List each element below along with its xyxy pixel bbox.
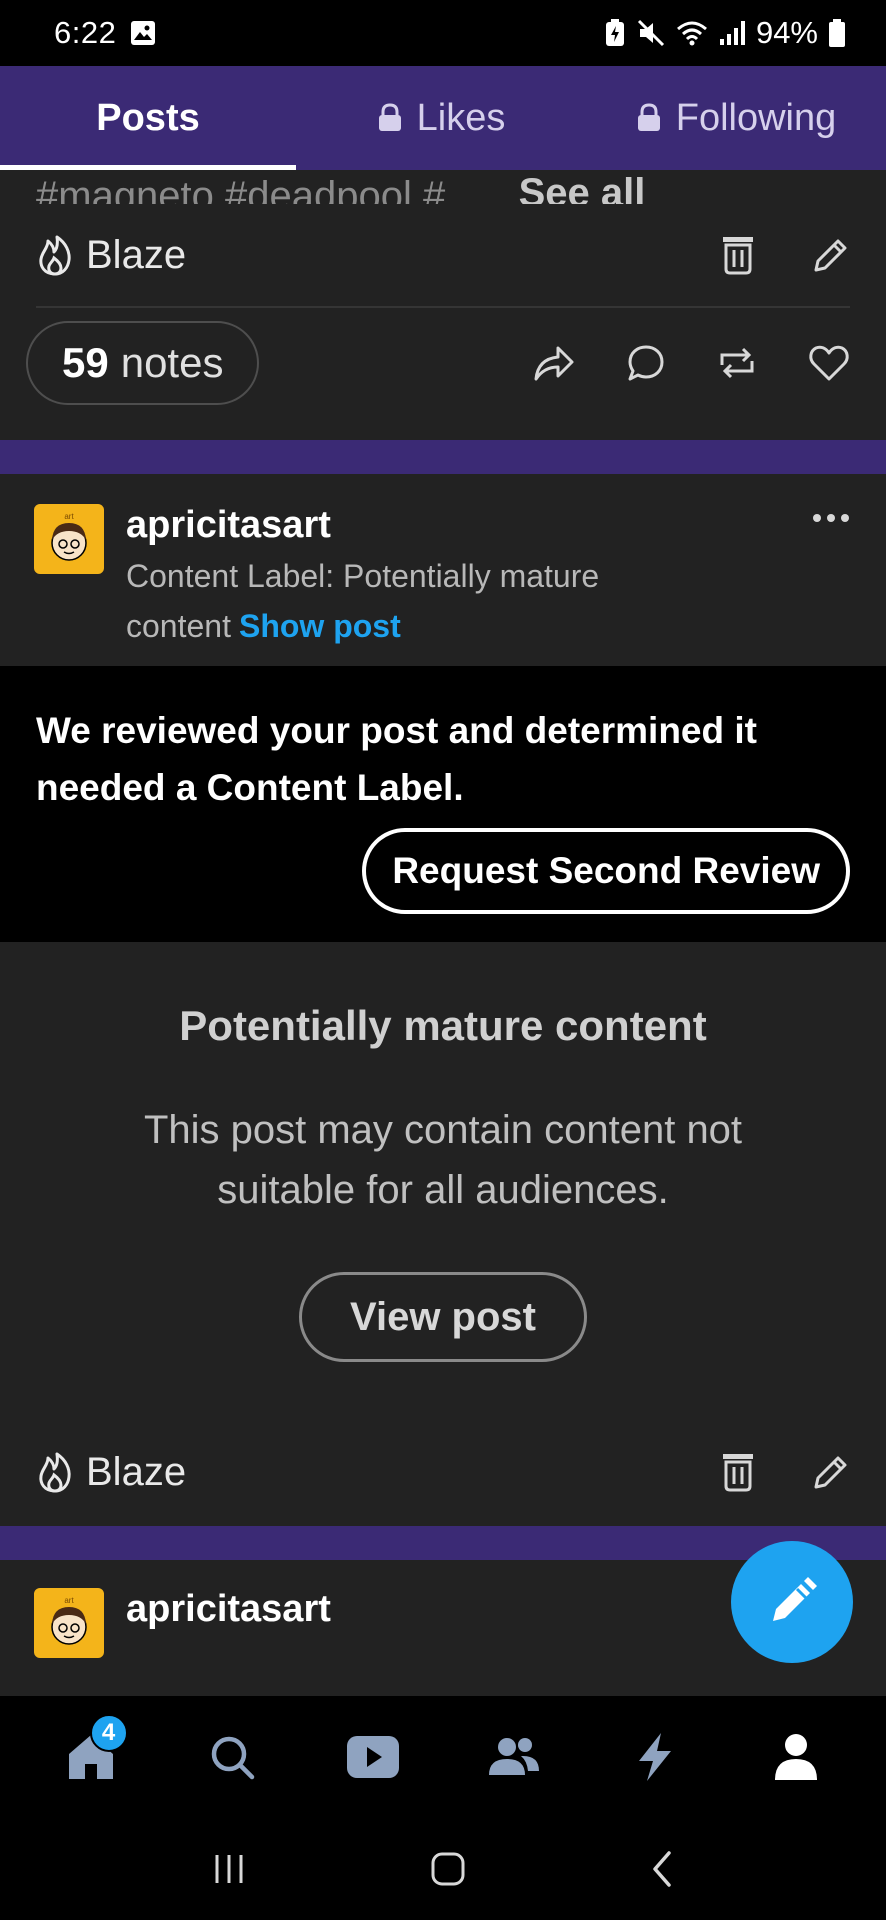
- svg-text:art: art: [64, 1596, 74, 1605]
- tab-likes[interactable]: Likes: [296, 66, 586, 170]
- tab-label: Following: [675, 96, 837, 139]
- battery-icon: [828, 18, 846, 48]
- mute-icon: [636, 18, 666, 48]
- recent-apps-icon[interactable]: [211, 1852, 247, 1886]
- reply-icon[interactable]: [626, 343, 666, 383]
- tab-label: Posts: [96, 96, 200, 139]
- image-icon: [130, 20, 156, 46]
- wifi-icon: [676, 19, 708, 47]
- post-header: art apricitasart Content Label: Potentia…: [0, 474, 886, 651]
- share-icon[interactable]: [532, 343, 576, 383]
- notes-count: 59: [62, 339, 109, 386]
- blaze-icon[interactable]: [36, 1450, 74, 1494]
- post-footer: Blaze: [0, 1418, 886, 1526]
- show-post-link[interactable]: Show post: [239, 608, 401, 644]
- post-username[interactable]: apricitasart: [126, 504, 812, 547]
- tab-posts[interactable]: Posts: [0, 66, 296, 170]
- content-label: Content Label: Potentially mature conten…: [126, 551, 686, 651]
- tab-label: Likes: [416, 96, 506, 139]
- compose-button[interactable]: [731, 1541, 853, 1663]
- post-footer: Blaze 59 notes: [0, 204, 886, 440]
- review-banner: We reviewed your post and determined it …: [0, 666, 886, 942]
- blaze-icon[interactable]: [36, 233, 74, 277]
- bottom-nav: 4: [0, 1696, 886, 1818]
- blaze-label[interactable]: Blaze: [86, 233, 186, 278]
- see-all-tags-link[interactable]: See all: [519, 171, 646, 204]
- view-post-button[interactable]: View post: [299, 1272, 587, 1362]
- request-second-review-button[interactable]: Request Second Review: [362, 828, 850, 914]
- edit-icon[interactable]: [812, 1453, 850, 1491]
- reblog-icon[interactable]: [716, 343, 758, 383]
- nav-community[interactable]: [469, 1712, 559, 1802]
- nav-activity[interactable]: [610, 1712, 700, 1802]
- video-icon: [346, 1735, 400, 1779]
- home-badge: 4: [89, 1714, 128, 1752]
- nav-home[interactable]: 4: [46, 1712, 136, 1802]
- review-message: We reviewed your post and determined it …: [36, 710, 757, 808]
- post-tags-row: #magneto #deadpool #... See all: [0, 170, 886, 204]
- post-tags[interactable]: #magneto #deadpool #...: [36, 176, 479, 204]
- blaze-row: Blaze: [0, 1418, 886, 1526]
- status-bar: 6:22 94%: [0, 0, 886, 66]
- avatar[interactable]: art: [34, 1588, 104, 1658]
- system-nav: [0, 1818, 886, 1920]
- tab-following[interactable]: Following: [586, 66, 886, 170]
- mature-title: Potentially mature content: [179, 1002, 707, 1049]
- delete-icon[interactable]: [720, 1452, 756, 1492]
- activity-icon: [633, 1731, 677, 1783]
- search-icon: [209, 1734, 255, 1780]
- signal-icon: [718, 19, 746, 47]
- status-time: 6:22: [54, 15, 117, 50]
- notes-button[interactable]: 59 notes: [26, 321, 260, 405]
- like-icon[interactable]: [808, 344, 850, 382]
- nav-account[interactable]: [751, 1712, 841, 1802]
- mature-description: This post may contain content not suitab…: [143, 1108, 743, 1212]
- more-options-icon[interactable]: [812, 512, 850, 651]
- mature-content-overlay: Potentially mature content This post may…: [0, 942, 886, 1418]
- profile-tabs: Posts Likes Following: [0, 66, 886, 170]
- home-system-icon[interactable]: [430, 1851, 466, 1887]
- lock-icon: [636, 103, 662, 133]
- battery-saver-icon: [604, 18, 626, 48]
- pencil-icon: [765, 1575, 819, 1629]
- notes-row: 59 notes: [0, 308, 886, 418]
- nav-video[interactable]: [328, 1712, 418, 1802]
- notes-label: notes: [120, 339, 224, 386]
- account-icon: [773, 1732, 819, 1782]
- blaze-row: Blaze: [0, 204, 886, 306]
- nav-search[interactable]: [187, 1712, 277, 1802]
- lock-icon: [377, 103, 403, 133]
- battery-percent: 94%: [755, 15, 818, 50]
- post-separator: [0, 440, 886, 474]
- back-icon[interactable]: [649, 1850, 675, 1888]
- blaze-label[interactable]: Blaze: [86, 1450, 186, 1495]
- avatar[interactable]: art: [34, 504, 104, 574]
- delete-icon[interactable]: [720, 235, 756, 275]
- community-icon: [487, 1735, 541, 1779]
- post-card: art apricitasart Content Label: Potentia…: [0, 474, 886, 666]
- svg-text:art: art: [64, 512, 74, 521]
- edit-icon[interactable]: [812, 236, 850, 274]
